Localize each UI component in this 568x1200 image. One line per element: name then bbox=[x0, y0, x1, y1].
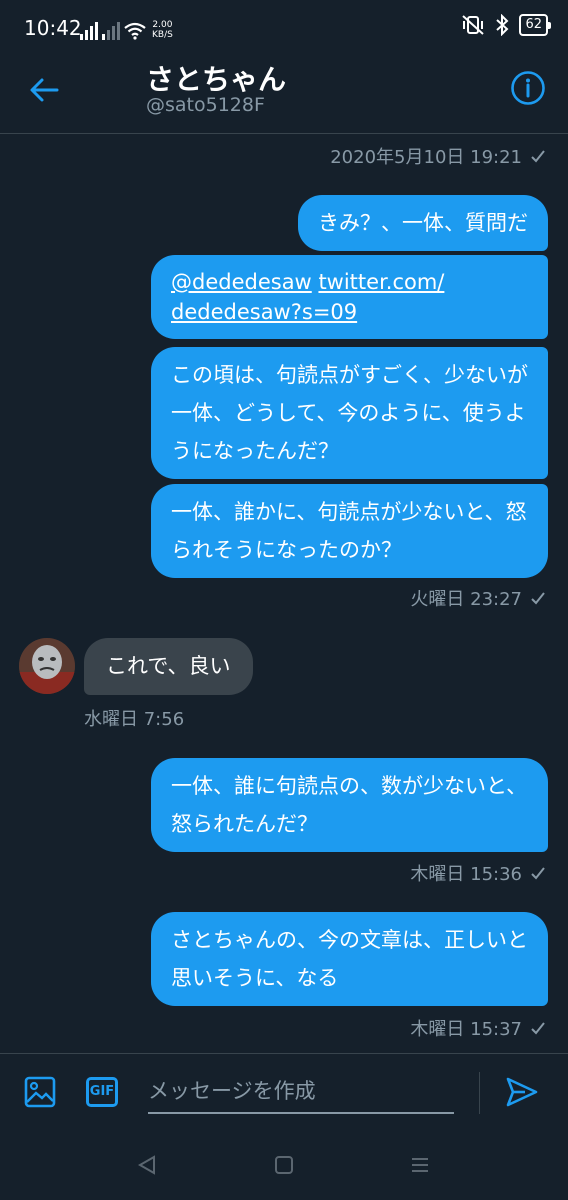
status-bar: 10:42 2.00 KB/S 62 bbox=[0, 0, 568, 56]
signal-icon bbox=[80, 20, 98, 40]
network-speed-value: 2.00 bbox=[152, 20, 173, 30]
avatar[interactable] bbox=[19, 638, 75, 694]
nav-back-icon bbox=[137, 1155, 155, 1175]
gif-button[interactable]: GIF bbox=[84, 1074, 120, 1110]
tweet-link-part1[interactable]: twitter.com/ bbox=[318, 270, 444, 294]
vibrate-icon bbox=[462, 15, 485, 35]
outgoing-message[interactable]: 一体、誰に句読点の、数が少ないと、怒られたんだ？ bbox=[151, 758, 548, 852]
conversation-title: さとちゃん bbox=[146, 63, 287, 96]
network-speed-unit: KB/S bbox=[152, 30, 173, 40]
message-text: さとちゃんの、今の文章は、正しいと思いそうに、なる bbox=[171, 928, 528, 990]
nav-back-button[interactable] bbox=[133, 1151, 161, 1179]
message-text: 一体、誰かに、句読点が少ないと、怒られそうになったのか？ bbox=[171, 500, 527, 562]
info-icon bbox=[511, 71, 545, 105]
outgoing-message[interactable]: きみ？、一体、質問だ bbox=[298, 195, 548, 251]
message-text: 一体、誰に句読点の、数が少ないと、怒られたんだ？ bbox=[171, 774, 528, 836]
battery-indicator: 62 bbox=[519, 14, 551, 36]
bluetooth-icon bbox=[496, 14, 509, 36]
message-thread[interactable]: 2020年5月10日 19:21 きみ？、一体、質問だ @dededesaw t… bbox=[0, 135, 568, 1053]
outgoing-message[interactable]: 一体、誰かに、句読点が少ないと、怒られそうになったのか？ bbox=[151, 484, 548, 578]
outgoing-message[interactable]: この頃は、句読点がすごく、少ないが一体、どうして、今のように、使うようになったん… bbox=[151, 347, 548, 479]
tweet-link-part2[interactable]: dededesaw?s=09 bbox=[171, 300, 357, 324]
outgoing-message[interactable]: さとちゃんの、今の文章は、正しいと思いそうに、なる bbox=[151, 912, 548, 1006]
sent-check-icon bbox=[531, 1022, 545, 1035]
nav-recents-button[interactable] bbox=[406, 1151, 434, 1179]
system-nav-bar bbox=[0, 1131, 568, 1200]
message-input[interactable] bbox=[148, 1070, 454, 1114]
gif-icon: GIF bbox=[86, 1077, 118, 1107]
message-timestamp: 火曜日 23:27 bbox=[410, 585, 546, 611]
timestamp-text: 水曜日 7:56 bbox=[84, 709, 185, 730]
send-icon bbox=[506, 1077, 538, 1107]
mention-link[interactable]: @dededesaw bbox=[171, 270, 312, 294]
conversation-handle: @sato5128F bbox=[146, 94, 265, 116]
image-icon bbox=[24, 1076, 56, 1108]
timestamp-text: 火曜日 23:27 bbox=[410, 589, 522, 610]
timestamp-text: 木曜日 15:37 bbox=[410, 1019, 522, 1040]
send-button[interactable] bbox=[504, 1074, 540, 1110]
outgoing-message[interactable]: @dededesaw twitter.com/ dededesaw?s=09 bbox=[151, 255, 548, 339]
status-time: 10:42 bbox=[24, 16, 82, 40]
timestamp-text: 2020年5月10日 19:21 bbox=[330, 147, 522, 168]
avatar-image bbox=[19, 638, 75, 694]
timestamp-text: 木曜日 15:36 bbox=[410, 864, 522, 885]
sent-check-icon bbox=[531, 867, 545, 880]
sent-check-icon bbox=[531, 592, 545, 605]
incoming-message[interactable]: これで、良い bbox=[84, 638, 253, 695]
message-timestamp: 木曜日 15:36 bbox=[410, 860, 546, 886]
nav-home-icon bbox=[275, 1156, 293, 1174]
signal-icon-2 bbox=[102, 20, 120, 40]
message-text: この頃は、句読点がすごく、少ないが一体、どうして、今のように、使うようになったん… bbox=[171, 363, 528, 463]
back-arrow-icon bbox=[30, 78, 59, 102]
message-timestamp: 木曜日 15:37 bbox=[410, 1015, 546, 1041]
back-button[interactable] bbox=[20, 70, 68, 110]
sent-check-icon bbox=[531, 150, 545, 163]
nav-menu-icon bbox=[412, 1158, 428, 1172]
status-left-icons: 2.00 KB/S bbox=[80, 14, 173, 40]
wifi-icon bbox=[124, 22, 146, 40]
image-button[interactable] bbox=[22, 1074, 58, 1110]
message-text: これで、良い bbox=[106, 654, 231, 678]
conversation-header: さとちゃん @sato5128F bbox=[0, 56, 568, 134]
message-text: きみ？、一体、質問だ bbox=[318, 211, 528, 235]
message-timestamp: 水曜日 7:56 bbox=[84, 705, 184, 731]
message-composer: GIF bbox=[0, 1053, 568, 1131]
status-right-icons: 62 bbox=[461, 14, 551, 36]
info-button[interactable] bbox=[510, 70, 550, 110]
composer-divider bbox=[479, 1072, 480, 1114]
nav-home-button[interactable] bbox=[270, 1151, 298, 1179]
message-timestamp: 2020年5月10日 19:21 bbox=[330, 143, 546, 169]
network-speed: 2.00 KB/S bbox=[152, 20, 173, 40]
